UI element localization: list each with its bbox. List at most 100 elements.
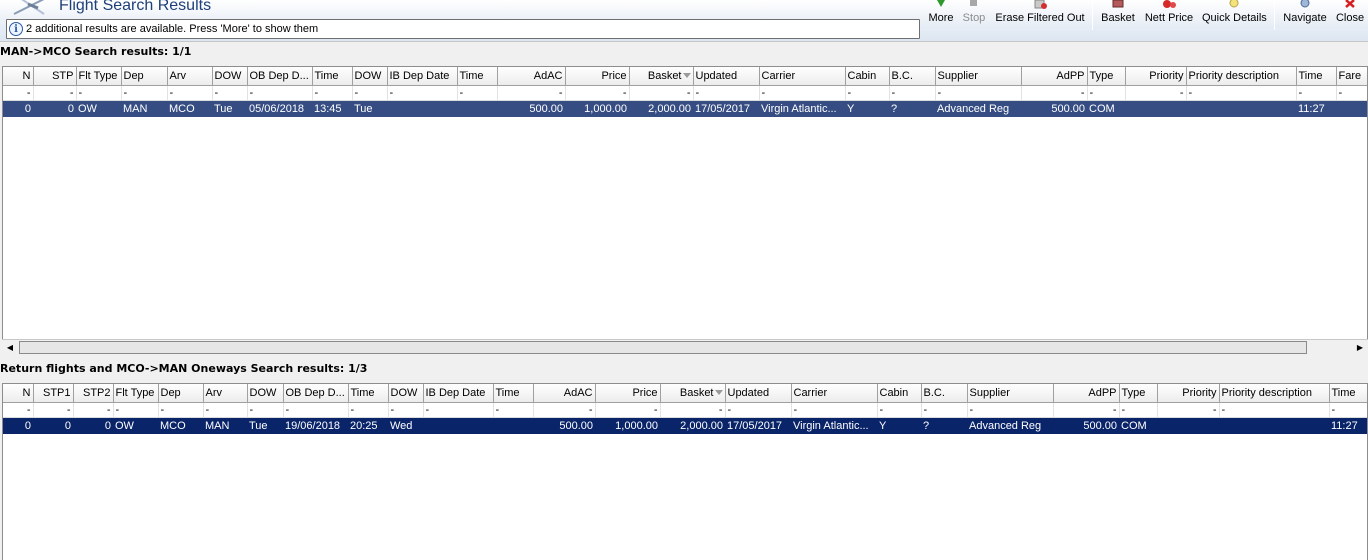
filter-cell[interactable]: - — [457, 85, 498, 101]
basket-button[interactable]: Basket — [1099, 0, 1137, 30]
column-header[interactable]: DOW — [388, 384, 424, 403]
column-header[interactable]: STP1 — [33, 384, 74, 403]
column-header[interactable]: Priority — [1125, 67, 1187, 86]
filter-cell[interactable]: - — [967, 402, 1054, 418]
column-header[interactable]: Priority description — [1186, 67, 1297, 86]
column-header[interactable]: Updated — [693, 67, 760, 86]
scroll-left-arrow-icon[interactable]: ◀ — [2, 340, 18, 355]
column-header[interactable]: Price — [595, 384, 661, 403]
column-header[interactable]: AdPP — [1021, 67, 1088, 86]
filter-cell[interactable]: - — [921, 402, 968, 418]
filter-cell[interactable]: - — [3, 85, 34, 101]
table-row[interactable]: 0 0 OW MAN MCO Tue 05/06/2018 13:45 Tue 500.00 1,0… — [3, 100, 1367, 117]
filter-cell[interactable]: - — [1336, 85, 1367, 101]
column-header[interactable]: Price — [565, 67, 630, 86]
column-header[interactable]: Arv — [203, 384, 248, 403]
filter-cell[interactable]: - — [877, 402, 922, 418]
filter-cell[interactable]: - — [33, 402, 74, 418]
column-header[interactable]: Time — [1329, 384, 1367, 403]
filter-cell[interactable]: - — [1219, 402, 1330, 418]
return-results-grid[interactable]: N STP1 STP2 Flt Type Dep Arv DOW OB Dep D... Tim… — [2, 383, 1368, 560]
filter-cell[interactable]: - — [203, 402, 248, 418]
column-header[interactable]: DOW — [352, 67, 388, 86]
column-header[interactable]: IB Dep Date — [387, 67, 458, 86]
outbound-results-grid[interactable]: N STP Flt Type Dep Arv DOW OB Dep D... Time DOW I… — [2, 66, 1368, 340]
column-header[interactable]: AdAC — [497, 67, 566, 86]
filter-cell[interactable]: - — [312, 85, 353, 101]
more-button[interactable]: More — [926, 0, 956, 30]
filter-cell[interactable]: - — [1021, 85, 1088, 101]
column-header[interactable]: N — [3, 384, 34, 403]
column-header[interactable]: Time — [457, 67, 498, 86]
table-row[interactable]: 0 0 0 OW MCO MAN Tue 19/06/2018 20:25 Wed 500.00 1,… — [3, 417, 1367, 434]
column-header[interactable]: Fare — [1336, 67, 1367, 86]
column-header[interactable]: Dep — [158, 384, 204, 403]
filter-cell[interactable]: - — [791, 402, 878, 418]
filter-cell[interactable]: - — [3, 402, 34, 418]
column-header[interactable]: Cabin — [877, 384, 922, 403]
nett-price-button[interactable]: Nett Price — [1143, 0, 1195, 30]
column-header[interactable]: DOW — [247, 384, 284, 403]
navigate-button[interactable]: Navigate — [1281, 0, 1329, 30]
column-header[interactable]: Basket — [660, 384, 726, 403]
column-header[interactable]: STP2 — [73, 384, 114, 403]
filter-cell[interactable]: - — [759, 85, 846, 101]
filter-cell[interactable]: - — [1186, 85, 1297, 101]
filter-cell[interactable]: - — [493, 402, 534, 418]
column-header[interactable]: Carrier — [759, 67, 846, 86]
column-header[interactable]: STP — [33, 67, 77, 86]
filter-cell[interactable]: - — [660, 402, 726, 418]
scroll-right-arrow-icon[interactable]: ▶ — [1352, 340, 1368, 355]
column-header[interactable]: Type — [1087, 67, 1126, 86]
column-header[interactable]: OB Dep D... — [247, 67, 313, 86]
filter-cell[interactable]: - — [167, 85, 213, 101]
column-header[interactable]: Priority — [1157, 384, 1220, 403]
filter-cell[interactable]: - — [283, 402, 349, 418]
filter-cell[interactable]: - — [1119, 402, 1158, 418]
filter-cell[interactable]: - — [533, 402, 596, 418]
filter-cell[interactable]: - — [247, 85, 313, 101]
filter-cell[interactable]: - — [629, 85, 694, 101]
scrollbar-thumb[interactable] — [19, 341, 1307, 354]
filter-cell[interactable]: - — [348, 402, 389, 418]
column-header[interactable]: Cabin — [845, 67, 890, 86]
close-button[interactable]: Close — [1334, 0, 1366, 30]
filter-cell[interactable]: - — [1296, 85, 1337, 101]
filter-cell[interactable]: - — [595, 402, 661, 418]
filter-cell[interactable]: - — [33, 85, 77, 101]
filter-cell[interactable]: - — [121, 85, 168, 101]
column-header[interactable]: DOW — [212, 67, 248, 86]
filter-cell[interactable]: - — [73, 402, 114, 418]
filter-cell[interactable]: - — [113, 402, 159, 418]
filter-cell[interactable]: - — [1329, 402, 1367, 418]
filter-cell[interactable]: - — [693, 85, 760, 101]
column-header[interactable]: B.C. — [889, 67, 936, 86]
column-header[interactable]: N — [3, 67, 34, 86]
filter-cell[interactable]: - — [497, 85, 566, 101]
column-header[interactable]: Supplier — [967, 384, 1054, 403]
filter-cell[interactable]: - — [565, 85, 630, 101]
filter-cell[interactable]: - — [423, 402, 494, 418]
column-header[interactable]: IB Dep Date — [423, 384, 494, 403]
filter-cell[interactable]: - — [725, 402, 792, 418]
filter-cell[interactable]: - — [845, 85, 890, 101]
column-header[interactable]: Priority description — [1219, 384, 1330, 403]
column-header[interactable]: Arv — [167, 67, 213, 86]
column-header[interactable]: Time — [312, 67, 353, 86]
filter-cell[interactable]: - — [1053, 402, 1120, 418]
column-header[interactable]: Time — [348, 384, 389, 403]
column-header[interactable]: Carrier — [791, 384, 878, 403]
filter-cell[interactable]: - — [1087, 85, 1126, 101]
column-header[interactable]: B.C. — [921, 384, 968, 403]
column-header[interactable]: Updated — [725, 384, 792, 403]
filter-cell[interactable]: - — [388, 402, 424, 418]
column-header[interactable]: Flt Type — [113, 384, 159, 403]
erase-filtered-out-button[interactable]: Erase Filtered Out — [995, 0, 1085, 30]
filter-cell[interactable]: - — [1157, 402, 1220, 418]
column-header[interactable]: Time — [493, 384, 534, 403]
column-header[interactable]: AdPP — [1053, 384, 1120, 403]
filter-cell[interactable]: - — [212, 85, 248, 101]
column-header[interactable]: Dep — [121, 67, 168, 86]
column-header[interactable]: AdAC — [533, 384, 596, 403]
column-header[interactable]: Type — [1119, 384, 1158, 403]
